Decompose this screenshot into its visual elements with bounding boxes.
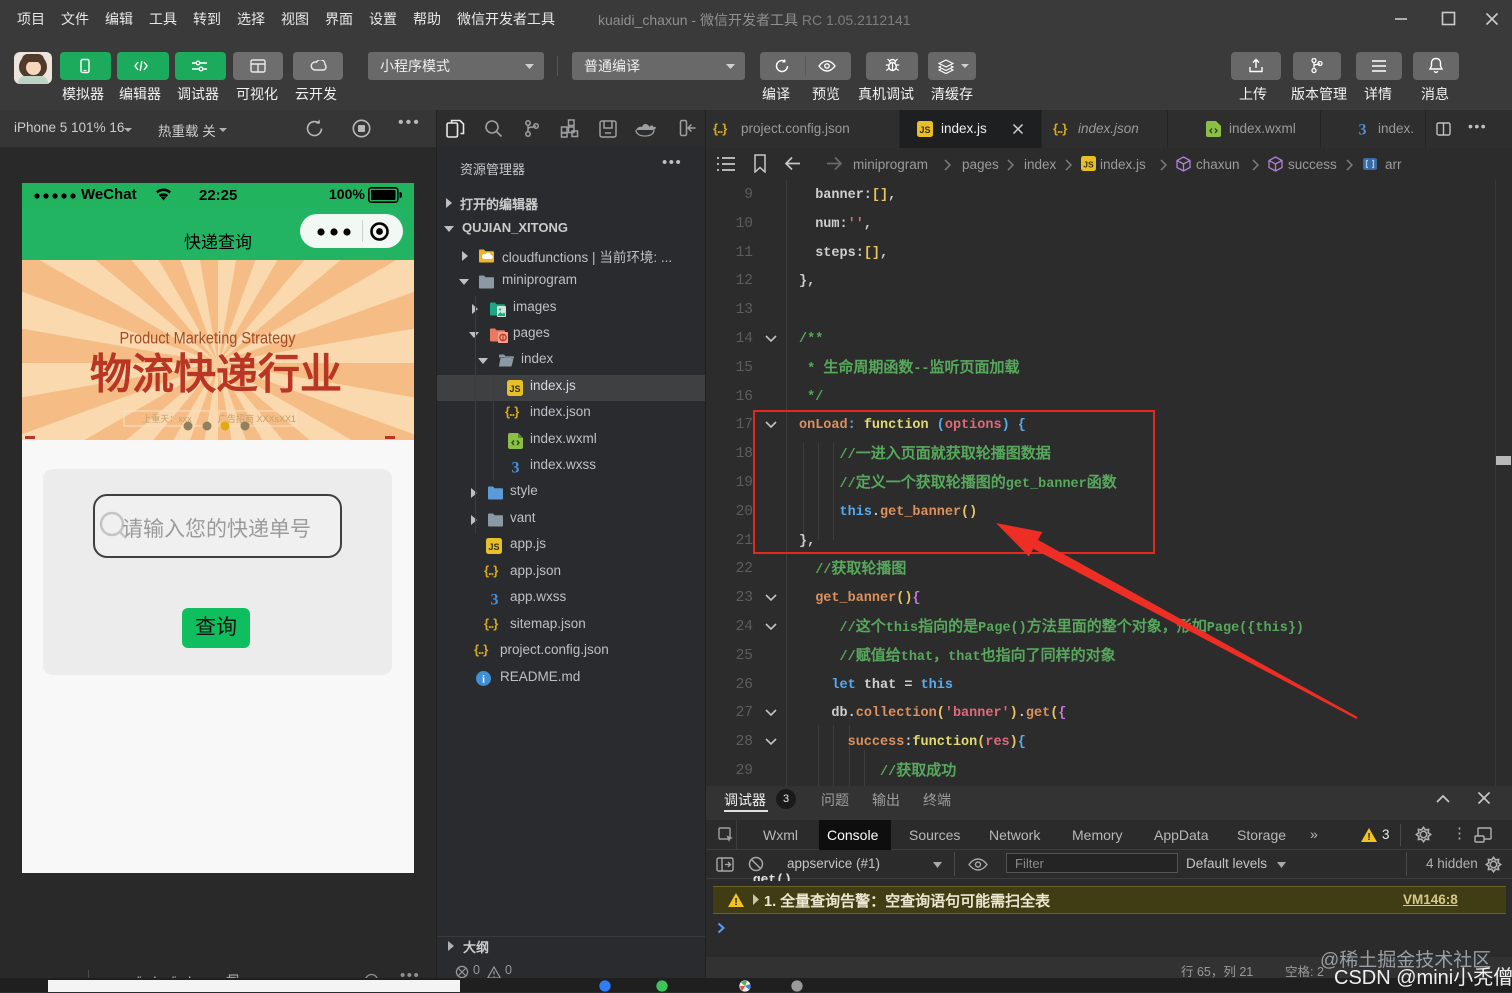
svg-text:3: 3 — [512, 460, 520, 476]
svg-text:Product Marketing Strategy: Product Marketing Strategy — [120, 329, 296, 348]
svg-text:i: i — [482, 675, 485, 686]
svg-text:物流快递行业: 物流快递行业 — [90, 352, 342, 399]
svg-text:!: ! — [1367, 832, 1370, 842]
svg-text:JS: JS — [509, 384, 520, 394]
svg-text:上重天：xxx: 上重天：xxx — [142, 413, 192, 424]
svg-text:JS: JS — [488, 542, 499, 552]
svg-text:!: ! — [734, 897, 737, 907]
svg-text:3: 3 — [491, 592, 499, 608]
svg-text:广告招商 XXXsXX1: 广告招商 XXXsXX1 — [218, 413, 296, 424]
